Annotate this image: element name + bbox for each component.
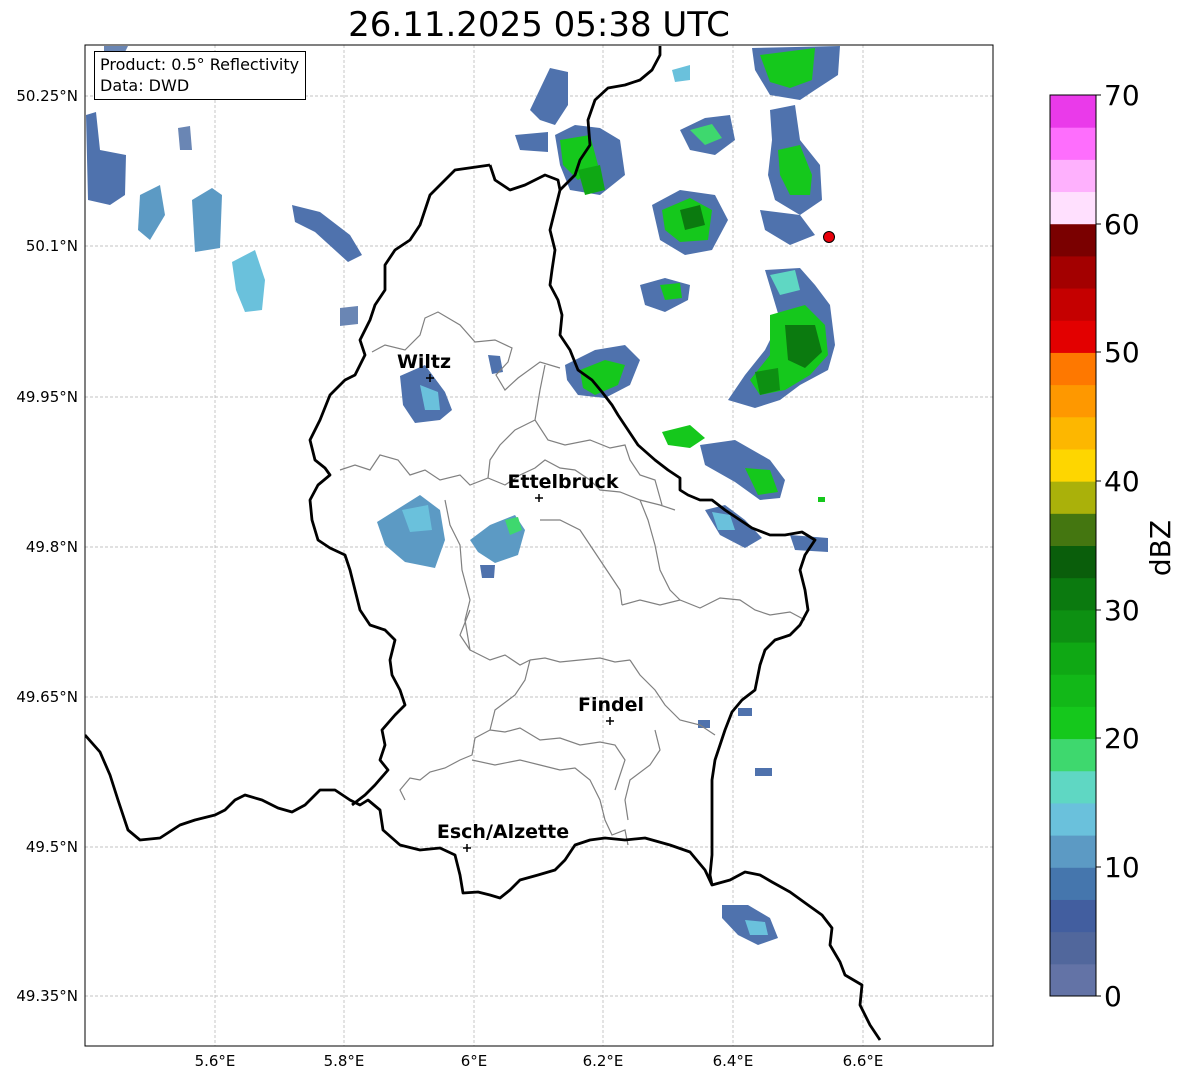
colorbar-segment: [1050, 513, 1096, 546]
colorbar-segment: [1050, 481, 1096, 514]
echo-cell: [530, 68, 568, 125]
colorbar-segment: [1050, 223, 1096, 257]
colorbar-title: dBZ: [1144, 520, 1177, 576]
city-label: Ettelbruck: [508, 471, 619, 493]
city-label: Findel: [578, 694, 644, 716]
colorbar-segment: [1050, 674, 1096, 707]
radar-echoes: [86, 46, 840, 945]
echo-cell: [480, 565, 495, 578]
colorbar-tick-labels: 0 10 20 30 40 50 60 70: [1104, 79, 1140, 1013]
colorbar-ticks: [1096, 94, 1101, 997]
echo-cell: [192, 188, 222, 252]
colorbar-segment: [1050, 159, 1096, 193]
colorbar-segment: [1050, 931, 1096, 965]
colorbar-segment: [1050, 127, 1096, 160]
colorbar-segment: [1050, 899, 1096, 933]
colorbar-segment: [1050, 255, 1096, 289]
lon-tick-label: 5.8°E: [324, 1052, 365, 1070]
border-france-belgium: [85, 734, 882, 1041]
lat-tick-label: 49.5°N: [26, 838, 78, 856]
lat-tick-label: 49.8°N: [26, 538, 78, 556]
colorbar-segment: [1050, 416, 1096, 450]
echo-cell: [178, 126, 192, 150]
lat-tick-label: 49.35°N: [16, 987, 78, 1005]
city-marker-icon: [606, 717, 614, 725]
colorbar-segment: [1050, 288, 1096, 321]
colorbar-tick-label: 50: [1104, 336, 1140, 369]
lat-ticks: 50.25°N 50.1°N 49.95°N 49.8°N 49.65°N 49…: [16, 87, 78, 1005]
city-ettelbruck: Ettelbruck: [508, 471, 619, 502]
colorbar-segment: [1050, 545, 1096, 579]
colorbar-segment: [1050, 738, 1096, 772]
city-findel: Findel: [578, 694, 644, 725]
colorbar-segment: [1050, 577, 1096, 611]
border-luxembourg-west: [308, 163, 491, 807]
echo-cell: [672, 65, 690, 82]
colorbar-segment: [1050, 320, 1096, 353]
lat-tick-label: 49.65°N: [16, 688, 78, 706]
echo-cell: [86, 112, 126, 205]
colorbar-tick-label: 30: [1104, 594, 1140, 627]
colorbar-segment: [1050, 642, 1096, 675]
colorbar-segment: [1050, 95, 1096, 128]
echo-cell: [292, 205, 362, 262]
echo-cell: [818, 497, 825, 502]
colorbar-segment: [1050, 609, 1096, 643]
lat-tick-label: 50.1°N: [26, 237, 78, 255]
info-box: Product: 0.5° Reflectivity Data: DWD: [94, 51, 307, 100]
colorbar-segment: [1050, 835, 1096, 868]
city-marker-icon: [535, 494, 543, 502]
city-marker-icon: [463, 844, 471, 852]
colorbar-segment: [1050, 191, 1096, 225]
product-label: Product: 0.5° Reflectivity: [100, 55, 300, 74]
echo-cell: [340, 306, 358, 326]
colorbar-segment: [1050, 384, 1096, 418]
echo-cell: [515, 132, 548, 152]
colorbar-segment: [1050, 352, 1096, 386]
radar-site-marker: [823, 231, 835, 243]
colorbar-segment: [1050, 706, 1096, 740]
colorbar-tick-label: 10: [1104, 851, 1140, 884]
colorbar-segment: [1050, 963, 1096, 997]
lon-tick-label: 6.2°E: [583, 1052, 624, 1070]
lon-ticks: 5.6°E 5.8°E 6°E 6.2°E 6.4°E 6.6°E: [195, 1052, 884, 1070]
lon-tick-label: 5.6°E: [195, 1052, 236, 1070]
colorbar-tick-label: 0: [1104, 980, 1122, 1013]
colorbar-segment: [1050, 448, 1096, 482]
lat-tick-label: 49.95°N: [16, 388, 78, 406]
colorbar-segment: [1050, 867, 1096, 900]
echo-cell: [738, 708, 752, 716]
echo-cell: [755, 768, 772, 776]
colorbar-segment: [1050, 770, 1096, 804]
lon-tick-label: 6°E: [461, 1052, 488, 1070]
colorbar-segment: [1050, 802, 1096, 836]
echo-cell: [138, 185, 165, 240]
echo-cell: [760, 210, 815, 245]
colorbar-tick-label: 60: [1104, 208, 1140, 241]
echo-cell: [662, 425, 705, 448]
lon-tick-label: 6.6°E: [843, 1052, 884, 1070]
echo-cell: [488, 355, 503, 374]
colorbar: [1050, 95, 1096, 997]
radar-map: 50.25°N 50.1°N 49.95°N 49.8°N 49.65°N 49…: [16, 44, 1177, 1070]
city-label: Esch/Alzette: [437, 821, 569, 843]
colorbar-tick-label: 40: [1104, 465, 1140, 498]
city-label: Wiltz: [397, 351, 451, 373]
lat-tick-label: 50.25°N: [16, 87, 78, 105]
lon-tick-label: 6.4°E: [713, 1052, 754, 1070]
echo-cell: [698, 720, 710, 728]
echo-cell: [232, 250, 265, 312]
colorbar-tick-label: 70: [1104, 79, 1140, 112]
data-source-label: Data: DWD: [100, 76, 190, 95]
colorbar-tick-label: 20: [1104, 722, 1140, 755]
city-markers: Wiltz Ettelbruck Findel Esch/Alzette: [397, 351, 644, 852]
